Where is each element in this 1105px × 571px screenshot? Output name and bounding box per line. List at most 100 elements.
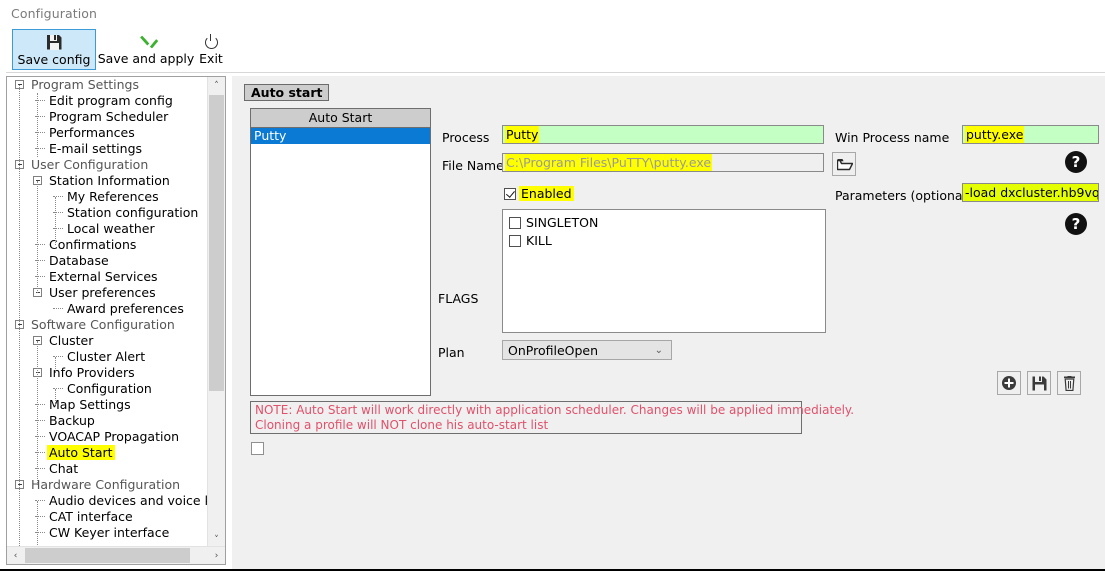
sidebar-item-label: External Services bbox=[49, 269, 158, 284]
sidebar-item-software-configuration[interactable]: Software Configuration bbox=[7, 317, 210, 333]
note-box: NOTE: Auto Start will work directly with… bbox=[250, 401, 855, 434]
tree-guide-line bbox=[37, 341, 39, 485]
scroll-left-arrow-icon[interactable]: ‹ bbox=[7, 547, 24, 564]
vertical-scroll-thumb[interactable] bbox=[209, 95, 224, 391]
sidebar-item-label: CAT interface bbox=[49, 509, 133, 524]
trash-icon bbox=[1063, 375, 1076, 391]
flag-singleton-label: SINGLETON bbox=[526, 215, 599, 230]
process-input[interactable]: Putty bbox=[502, 125, 824, 144]
checkbox-box-icon bbox=[251, 442, 264, 455]
tree-vertical-scrollbar[interactable]: ˄ ˅ bbox=[207, 77, 225, 548]
sidebar-item-label: Performances bbox=[49, 125, 135, 140]
list-item[interactable]: Putty bbox=[251, 128, 430, 144]
sidebar-item-label: Local weather bbox=[67, 221, 155, 236]
chevron-down-icon: ⌄ bbox=[654, 345, 663, 356]
sidebar-item-label: Configuration bbox=[67, 381, 152, 396]
plan-select[interactable]: OnProfileOpen ⌄ bbox=[502, 340, 672, 360]
tab-auto-start[interactable]: Auto start bbox=[244, 84, 330, 101]
tree-guide-line bbox=[55, 357, 57, 373]
tree-guide-line bbox=[19, 85, 21, 548]
plan-value: OnProfileOpen bbox=[508, 342, 599, 358]
scroll-up-arrow-icon[interactable]: ˄ bbox=[208, 77, 225, 94]
sidebar-item-label: User Configuration bbox=[31, 157, 149, 172]
sidebar-item-label: Edit program config bbox=[49, 93, 173, 108]
browse-file-button[interactable] bbox=[832, 152, 856, 176]
sidebar-item-label: Auto Start bbox=[47, 445, 115, 460]
sidebar-item-user-configuration[interactable]: User Configuration bbox=[7, 157, 210, 173]
save-and-apply-label: Save and apply bbox=[97, 51, 195, 66]
help-icon-parameters[interactable]: ? bbox=[1065, 213, 1087, 235]
auto-start-list[interactable]: Auto Start Putty bbox=[250, 108, 431, 396]
tree-guide-line bbox=[37, 181, 39, 293]
configuration-window: Configuration Save config Save and apply… bbox=[0, 0, 1105, 571]
toolbar: Save config Save and apply Exit bbox=[6, 27, 1105, 73]
plus-circle-icon bbox=[1001, 375, 1017, 391]
folder-open-icon bbox=[836, 158, 853, 171]
plan-label: Plan bbox=[438, 345, 465, 360]
scroll-right-arrow-icon[interactable]: › bbox=[208, 547, 225, 564]
tree-guide-line bbox=[55, 389, 57, 405]
enabled-label: Enabled bbox=[519, 186, 574, 201]
sidebar-item-label: Program Settings bbox=[31, 77, 139, 92]
sidebar-item-label: Database bbox=[49, 253, 109, 268]
tree-guide-line bbox=[55, 197, 57, 245]
power-icon bbox=[204, 31, 219, 51]
extra-checkbox[interactable] bbox=[251, 442, 269, 455]
parameters-input[interactable]: -load dxcluster.hb9vqc bbox=[962, 183, 1099, 202]
flag-kill-checkbox[interactable]: KILL bbox=[509, 233, 825, 248]
auto-start-list-header: Auto Start bbox=[251, 109, 430, 128]
auto-start-panel: Auto start Auto Start Putty Process Putt… bbox=[232, 76, 1105, 571]
save-config-label: Save config bbox=[17, 52, 91, 67]
sidebar-item-label: CW Keyer interface bbox=[49, 525, 170, 540]
process-label: Process bbox=[442, 130, 490, 145]
sidebar-item-label: My References bbox=[67, 189, 159, 204]
sidebar-item-program-settings[interactable]: Program Settings bbox=[7, 77, 210, 93]
file-name-label: File Name bbox=[442, 158, 504, 173]
exit-button[interactable]: Exit bbox=[194, 29, 228, 70]
flag-singleton-checkbox[interactable]: SINGLETON bbox=[509, 215, 825, 230]
enabled-checkbox[interactable]: Enabled bbox=[504, 186, 574, 201]
tab-strip: Auto start bbox=[244, 84, 330, 101]
help-icon-filename[interactable]: ? bbox=[1065, 151, 1087, 173]
horizontal-scroll-thumb[interactable] bbox=[25, 548, 190, 563]
note-line-1: NOTE: Auto Start will work directly with… bbox=[255, 403, 855, 417]
tree-guide-line bbox=[37, 501, 39, 548]
parameters-label: Parameters (optional) bbox=[835, 188, 971, 203]
exit-label: Exit bbox=[199, 51, 223, 66]
add-entry-button[interactable] bbox=[997, 371, 1021, 395]
sidebar-item-label: Station configuration bbox=[67, 205, 199, 220]
flags-list[interactable]: SINGLETON KILL bbox=[502, 209, 826, 333]
delete-entry-button[interactable] bbox=[1057, 371, 1081, 395]
sidebar-item-label: Backup bbox=[49, 413, 95, 428]
flags-label: FLAGS bbox=[438, 291, 479, 306]
save-and-apply-button[interactable]: Save and apply bbox=[97, 29, 195, 70]
tree-horizontal-scrollbar[interactable]: ‹ › bbox=[7, 546, 225, 564]
win-process-name-value: putty.exe bbox=[965, 126, 1025, 143]
sidebar-item-label: User preferences bbox=[49, 285, 156, 300]
file-name-value: C:\Program Files\PuTTY\putty.exe bbox=[505, 154, 713, 171]
sidebar-item-label: Program Scheduler bbox=[49, 109, 169, 124]
file-name-input[interactable]: C:\Program Files\PuTTY\putty.exe bbox=[502, 153, 824, 172]
flag-kill-label: KILL bbox=[526, 233, 552, 248]
sidebar-item-label: VOACAP Propagation bbox=[49, 429, 180, 444]
sidebar-item-label: E-mail settings bbox=[49, 141, 143, 156]
sidebar-item-label: Chat bbox=[49, 461, 79, 476]
tree-connector-icon bbox=[53, 308, 63, 310]
settings-tree-panel: Program Settings Edit program config Progr… bbox=[6, 76, 226, 565]
parameters-value: -load dxcluster.hb9vqc bbox=[965, 185, 1099, 200]
sidebar-item-award-preferences[interactable]: Award preferences bbox=[7, 301, 210, 317]
sidebar-item-label: Cluster Alert bbox=[67, 349, 146, 364]
save-entry-button[interactable] bbox=[1027, 371, 1051, 395]
save-config-button[interactable]: Save config bbox=[12, 29, 96, 70]
win-process-name-input[interactable]: putty.exe bbox=[962, 125, 1099, 144]
floppy-disk-icon bbox=[46, 32, 62, 52]
checkbox-box-icon bbox=[504, 187, 516, 200]
sidebar-item-label: Award preferences bbox=[67, 301, 184, 316]
note-line-2: Cloning a profile will NOT clone his aut… bbox=[255, 418, 549, 432]
sidebar-item-label: Software Configuration bbox=[31, 317, 175, 332]
sidebar-item-label: Station Information bbox=[49, 173, 170, 188]
checkbox-box-icon bbox=[509, 234, 521, 247]
settings-tree[interactable]: Program Settings Edit program config Progr… bbox=[7, 77, 210, 548]
sidebar-item-label: Hardware Configuration bbox=[31, 477, 181, 492]
process-value: Putty bbox=[505, 126, 540, 143]
